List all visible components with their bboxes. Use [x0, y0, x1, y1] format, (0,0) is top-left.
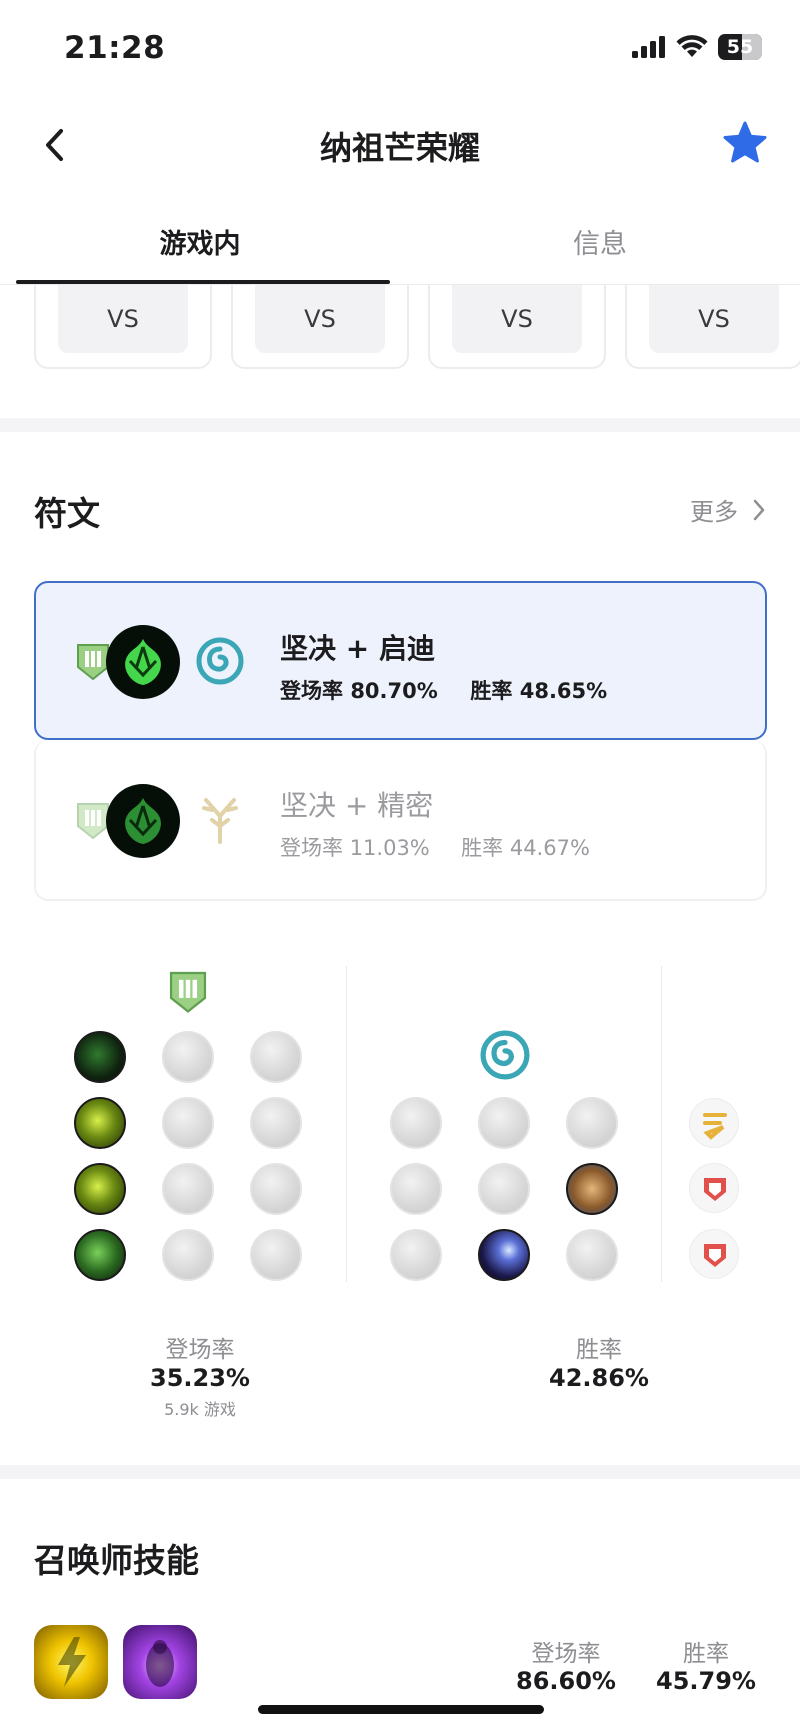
grasp-rune-icon[interactable]	[74, 1031, 126, 1083]
matchup-card[interactable]: VS	[231, 285, 409, 369]
grasp-keystone-icon	[106, 625, 180, 699]
matchup-vs-label: VS	[649, 285, 779, 353]
triple-tonic-rune-icon[interactable]	[390, 1163, 442, 1215]
rune-pick-rate-label: 登场率	[165, 1337, 235, 1363]
ghost-spell-icon[interactable]	[123, 1625, 197, 1699]
rune-games-count: 5.9k 游戏	[164, 1400, 236, 1419]
rune-option-name: 坚决 + 启迪	[280, 632, 435, 665]
revitalize-rune-icon[interactable]	[162, 1229, 214, 1281]
chevron-right-icon	[753, 499, 765, 520]
win-rate-label: 胜率	[461, 836, 504, 860]
battery-icon: 55	[718, 34, 762, 60]
rune-win-rate-value: 42.86%	[549, 1364, 649, 1392]
pick-rate-label: 登场率	[280, 679, 343, 703]
column-divider	[346, 966, 347, 1282]
section-separator	[0, 1465, 800, 1479]
unflinching-rune-icon[interactable]	[250, 1229, 302, 1281]
rune-option-card[interactable]: 坚决 + 启迪 登场率 80.70% 胜率 48.65%	[34, 581, 767, 740]
shield-bash-rune-icon[interactable]	[250, 1097, 302, 1149]
health-shard-icon[interactable]	[689, 1229, 739, 1279]
more-label: 更多	[690, 498, 738, 526]
tab-in-game[interactable]: 游戏内	[0, 222, 400, 261]
matchup-vs-label: VS	[452, 285, 582, 353]
win-rate-value: 48.65%	[519, 679, 608, 703]
inspiration-tree-icon	[480, 1030, 530, 1080]
demolish-rune-icon[interactable]	[74, 1097, 126, 1149]
matchup-card[interactable]: VS	[625, 285, 800, 369]
summoner-section-title: 召唤师技能	[34, 1541, 199, 1580]
matchup-card[interactable]: VS	[428, 285, 606, 369]
pick-rate-value: 11.03%	[349, 836, 430, 860]
wifi-icon	[676, 35, 708, 57]
cosmic-insight-rune-icon[interactable]	[390, 1229, 442, 1281]
magical-footwear-rune-icon[interactable]	[478, 1097, 530, 1149]
inspiration-tree-icon	[196, 637, 244, 685]
grasp-keystone-icon	[106, 784, 180, 858]
cash-back-rune-icon[interactable]	[566, 1097, 618, 1149]
time-warp-tonic-rune-icon[interactable]	[478, 1163, 530, 1215]
matchup-card[interactable]: VS	[34, 285, 212, 369]
rune-option-card[interactable]: 坚决 + 精密 登场率 11.03% 胜率 44.67%	[34, 740, 767, 901]
resolve-tree-icon	[169, 971, 207, 1013]
font-of-life-rune-icon[interactable]	[162, 1097, 214, 1149]
star-icon	[723, 121, 767, 163]
status-time: 21:28	[64, 30, 166, 66]
second-wind-rune-icon[interactable]	[74, 1163, 126, 1215]
section-separator	[0, 418, 800, 432]
biscuit-delivery-rune-icon[interactable]	[566, 1163, 618, 1215]
home-indicator	[258, 1705, 544, 1714]
overgrowth-rune-icon[interactable]	[74, 1229, 126, 1281]
column-divider	[661, 966, 662, 1282]
status-icons: 55	[632, 34, 762, 60]
precision-tree-icon	[202, 798, 238, 844]
rune-win-rate-label: 胜率	[576, 1337, 622, 1363]
cellular-signal-icon	[632, 36, 665, 58]
aftershock-rune-icon[interactable]	[162, 1031, 214, 1083]
pick-rate-value: 80.70%	[350, 679, 438, 703]
runes-section-title: 符文	[34, 494, 100, 533]
win-rate-label: 胜率	[470, 679, 513, 703]
attack-speed-shard-icon[interactable]	[689, 1098, 739, 1148]
conditioning-rune-icon[interactable]	[162, 1163, 214, 1215]
jack-of-all-trades-rune-icon[interactable]	[566, 1229, 618, 1281]
hextech-flashtraption-rune-icon[interactable]	[390, 1097, 442, 1149]
page-title: 纳祖芒荣耀	[319, 129, 480, 167]
tab-info[interactable]: 信息	[400, 222, 800, 261]
spell-win-rate-value: 45.79%	[656, 1667, 756, 1695]
battery-level: 55	[726, 36, 754, 58]
flash-spell-icon[interactable]	[34, 1625, 108, 1699]
runes-more-link[interactable]: 更多	[690, 492, 766, 527]
guardian-rune-icon[interactable]	[250, 1031, 302, 1083]
rune-option-stats: 登场率 11.03% 胜率 44.67%	[280, 832, 590, 862]
favorite-button[interactable]	[720, 118, 770, 168]
pick-rate-label: 登场率	[280, 836, 343, 860]
win-rate-value: 44.67%	[509, 836, 590, 860]
rune-option-name: 坚决 + 精密	[280, 789, 434, 822]
approach-velocity-rune-icon[interactable]	[478, 1229, 530, 1281]
rune-option-stats: 登场率 80.70% 胜率 48.65%	[280, 675, 607, 705]
spell-win-rate-label: 胜率	[683, 1641, 729, 1667]
bone-plating-rune-icon[interactable]	[250, 1163, 302, 1215]
armor-shard-icon[interactable]	[689, 1163, 739, 1213]
matchup-vs-label: VS	[58, 285, 188, 353]
matchup-vs-label: VS	[255, 285, 385, 353]
rune-pick-rate-value: 35.23%	[150, 1364, 250, 1392]
